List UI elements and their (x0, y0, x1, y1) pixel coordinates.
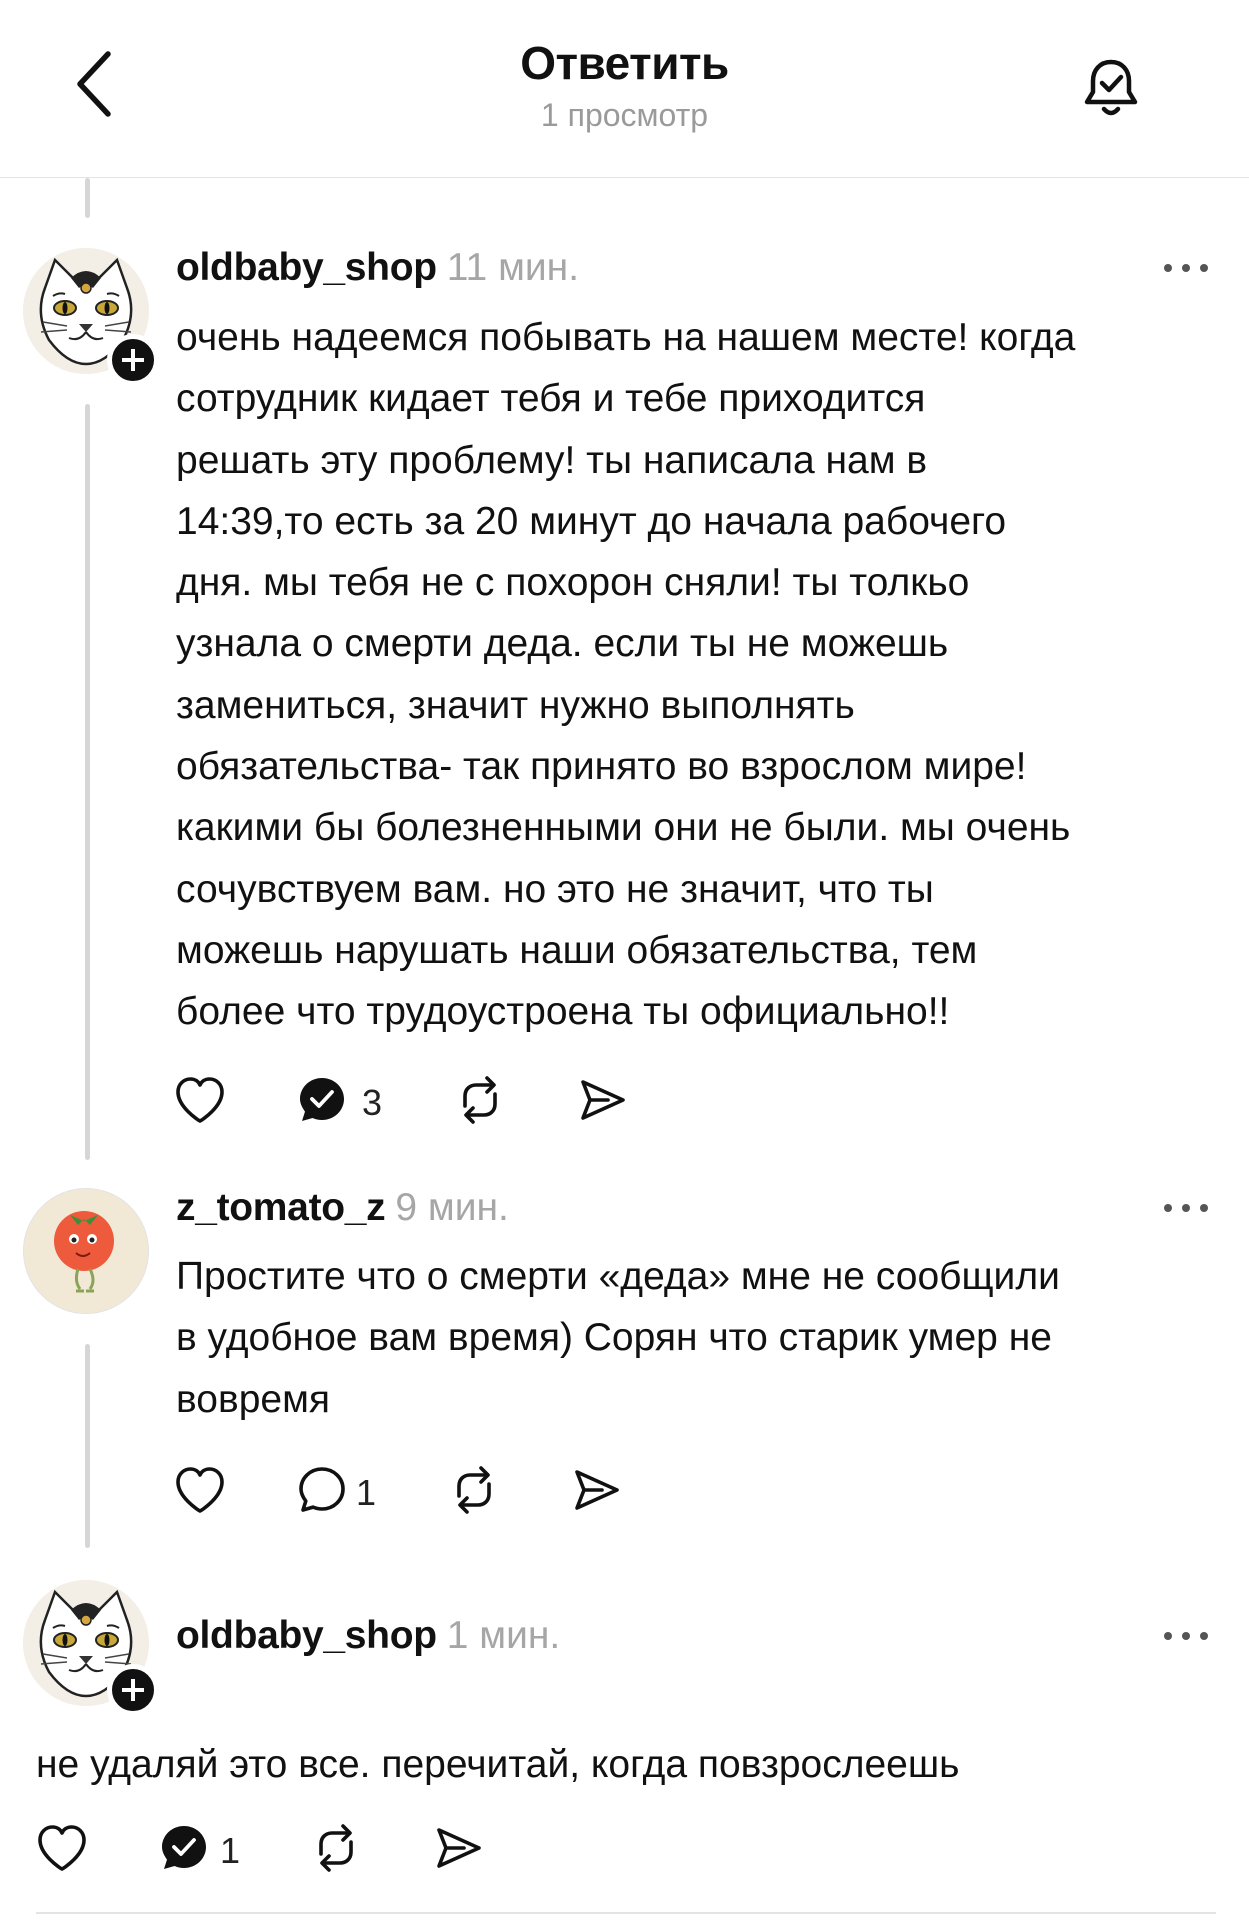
reply-icon[interactable] (294, 1462, 350, 1518)
timestamp: 11 мин. (446, 246, 580, 289)
username[interactable]: oldbaby_shop (176, 1614, 437, 1657)
post-header: oldbaby_shop 11 мин. (176, 246, 579, 290)
send-icon[interactable] (574, 1072, 630, 1128)
repost-icon[interactable] (446, 1462, 502, 1518)
username[interactable]: oldbaby_shop (176, 246, 437, 289)
send-icon[interactable] (568, 1462, 624, 1518)
post-actions: 1 (34, 1820, 514, 1880)
thread-connector (85, 404, 90, 1160)
repost-icon[interactable] (308, 1820, 364, 1876)
reply-filled-icon[interactable] (294, 1072, 350, 1128)
more-dot-icon (1182, 1204, 1190, 1212)
heart-icon[interactable] (172, 1462, 228, 1518)
more-options-button[interactable] (1164, 1626, 1214, 1646)
timestamp: 1 мин. (446, 1614, 561, 1657)
more-dot-icon (1164, 1632, 1172, 1640)
thread-connector (85, 1344, 90, 1548)
more-dot-icon (1200, 1632, 1208, 1640)
top-bar: Ответить 1 просмотр (0, 0, 1249, 178)
post-body: очень надеемся побывать на нашем месте! … (176, 316, 1076, 1034)
send-icon[interactable] (430, 1820, 486, 1876)
reply-filled-icon[interactable] (156, 1820, 212, 1876)
avatar[interactable] (23, 1188, 149, 1314)
post-actions: 1 (172, 1462, 652, 1522)
heart-icon[interactable] (34, 1820, 90, 1876)
more-dot-icon (1200, 1204, 1208, 1212)
post-actions: 3 (172, 1072, 652, 1132)
view-count: 1 просмотр (540, 97, 709, 133)
post-body: не удаляй это все. перечитай, когда повз… (36, 1743, 960, 1786)
more-dot-icon (1182, 264, 1190, 272)
more-dot-icon (1164, 264, 1172, 272)
username[interactable]: z_tomato_z (176, 1186, 386, 1229)
repost-icon[interactable] (452, 1072, 508, 1128)
follow-plus-icon[interactable] (107, 1664, 159, 1716)
reply-count: 3 (362, 1082, 383, 1123)
notifications-button[interactable] (1076, 54, 1146, 124)
divider (36, 1912, 1216, 1914)
follow-plus-icon[interactable] (107, 334, 159, 386)
more-dot-icon (1200, 264, 1208, 272)
thread-connector (85, 178, 90, 218)
timestamp: 9 мин. (395, 1186, 509, 1229)
heart-icon[interactable] (172, 1072, 228, 1128)
reply-count: 1 (220, 1830, 241, 1871)
post-body: Простите что о смерти «деда» мне не сооб… (176, 1255, 1060, 1421)
more-dot-icon (1164, 1204, 1172, 1212)
post-header: oldbaby_shop 1 мин. (176, 1614, 560, 1658)
reply-count: 1 (356, 1472, 377, 1513)
page-title: Ответить (520, 37, 729, 89)
more-options-button[interactable] (1164, 258, 1214, 278)
post-header: z_tomato_z 9 мин. (176, 1186, 509, 1230)
more-options-button[interactable] (1164, 1198, 1214, 1218)
tomato-avatar-image (24, 1189, 149, 1314)
more-dot-icon (1182, 1632, 1190, 1640)
bell-check-icon (1084, 59, 1138, 116)
